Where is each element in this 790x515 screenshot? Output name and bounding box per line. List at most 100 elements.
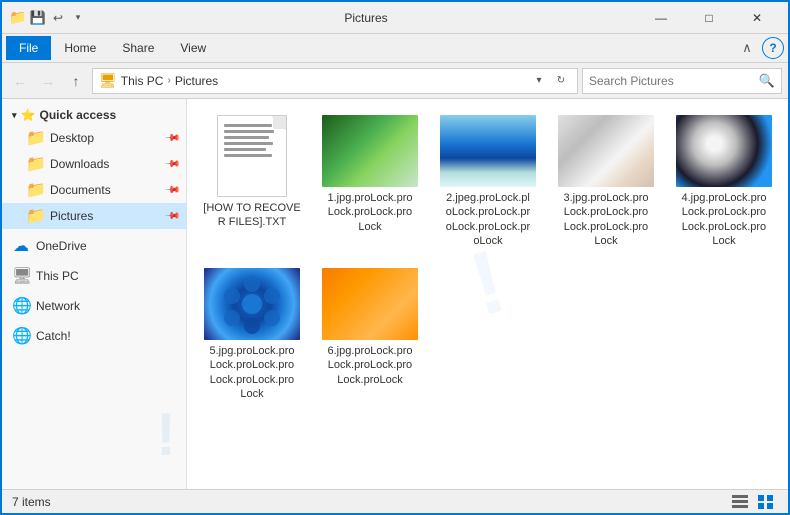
- sidebar-item-downloads[interactable]: 📁 Downloads 📌: [2, 151, 186, 177]
- folder-icon: 📁: [10, 10, 26, 26]
- tab-view[interactable]: View: [167, 36, 219, 60]
- sidebar-item-desktop[interactable]: 📁 Desktop 📌: [2, 125, 186, 151]
- flower-decoration: [204, 268, 300, 340]
- pin-icon-downloads: 📌: [163, 156, 180, 173]
- maximize-button[interactable]: □: [686, 2, 732, 34]
- title-bar-quick-access: 📁 💾 ↩ ▾: [10, 10, 86, 26]
- address-bar: ← → ↑ 🖥 This PC › Pictures ▾ ↻ 🔍: [2, 63, 788, 99]
- list-item[interactable]: 6.jpg.proLock.proLock.proLock.proLock.pr…: [315, 262, 425, 407]
- onedrive-icon: ☁: [12, 236, 30, 256]
- path-icon: 🖥: [99, 72, 117, 89]
- sidebar-item-network[interactable]: 🌐 Network: [2, 293, 186, 319]
- file-name-2: 2.jpeg.proLock.ploLock.proLock.proLock.p…: [446, 191, 530, 248]
- forward-button[interactable]: →: [36, 69, 60, 93]
- quick-access-chevron: ▾: [12, 110, 17, 121]
- file-thumbnail-3: [558, 115, 654, 187]
- window-title: Pictures: [94, 11, 638, 25]
- pin-icon-pictures: 📌: [163, 208, 180, 225]
- network-icon: 🌐: [12, 296, 30, 316]
- file-name-5: 5.jpg.proLock.proLock.proLock.proLock.pr…: [210, 344, 295, 401]
- path-pictures: Pictures: [175, 74, 218, 88]
- status-right: [728, 492, 778, 512]
- file-thumbnail-4: [676, 115, 772, 187]
- quick-access-dropdown[interactable]: ▾: [70, 10, 86, 26]
- pin-icon-desktop: 📌: [163, 130, 180, 147]
- up-button[interactable]: ↑: [64, 69, 88, 93]
- quick-access-icon: ⭐: [21, 108, 36, 122]
- help-icon[interactable]: ?: [762, 37, 784, 59]
- address-path[interactable]: 🖥 This PC › Pictures ▾ ↻: [92, 68, 578, 94]
- file-name-1: 1.jpg.proLock.proLock.proLock.proLock: [328, 191, 413, 234]
- close-button[interactable]: ✕: [734, 2, 780, 34]
- undo-icon: ↩: [50, 10, 66, 26]
- path-thispc: This PC: [121, 74, 164, 88]
- pictures-folder-icon: 📁: [26, 206, 44, 226]
- file-thumbnail-5: [204, 268, 300, 340]
- address-refresh-icon[interactable]: ↻: [551, 68, 571, 94]
- minimize-button[interactable]: —: [638, 2, 684, 34]
- save-icon: 💾: [30, 10, 46, 26]
- sidebar-item-catch[interactable]: 🌐 Catch!: [2, 323, 186, 349]
- tab-share[interactable]: Share: [109, 36, 167, 60]
- sidebar-watermark: !: [156, 400, 176, 469]
- list-item[interactable]: 2.jpeg.proLock.ploLock.proLock.proLock.p…: [433, 109, 543, 254]
- file-thumbnail-1: [322, 115, 418, 187]
- content-area: ! [HOW TO RECOVER FILES].: [187, 99, 788, 489]
- files-grid: [HOW TO RECOVER FILES].TXT 1.jpg.proLock…: [197, 109, 778, 407]
- list-view-button[interactable]: [728, 492, 752, 512]
- documents-folder-icon: 📁: [26, 180, 44, 200]
- sidebar-item-pictures[interactable]: 📁 Pictures 📌: [2, 203, 186, 229]
- icon-view-button[interactable]: [754, 492, 778, 512]
- downloads-folder-icon: 📁: [26, 154, 44, 174]
- sidebar-item-desktop-label: Desktop: [50, 131, 94, 145]
- search-box[interactable]: 🔍: [582, 68, 782, 94]
- sidebar-quick-access-header[interactable]: ▾ ⭐ Quick access: [2, 105, 186, 125]
- sidebar-item-documents-label: Documents: [50, 183, 111, 197]
- address-controls: ▾ ↻: [529, 68, 571, 94]
- sidebar-item-documents[interactable]: 📁 Documents 📌: [2, 177, 186, 203]
- ribbon-extras: ∧ ?: [736, 37, 784, 59]
- tab-file[interactable]: File: [6, 36, 51, 60]
- sidebar-thispc-label: This PC: [36, 269, 79, 283]
- file-thumbnail-txt: [217, 115, 287, 197]
- status-item-count: 7 items: [12, 495, 51, 509]
- ribbon-tabs: File Home Share View ∧ ?: [2, 34, 788, 62]
- ribbon-collapse-icon[interactable]: ∧: [736, 37, 758, 59]
- sidebar-catch-label: Catch!: [36, 329, 71, 343]
- desktop-folder-icon: 📁: [26, 128, 44, 148]
- thispc-icon: 🖥: [12, 266, 30, 286]
- tab-home[interactable]: Home: [51, 36, 109, 60]
- list-item[interactable]: 3.jpg.proLock.proLock.proLock.proLock.pr…: [551, 109, 661, 254]
- list-item[interactable]: 5.jpg.proLock.proLock.proLock.proLock.pr…: [197, 262, 307, 407]
- sidebar-item-downloads-label: Downloads: [50, 157, 109, 171]
- list-item[interactable]: 1.jpg.proLock.proLock.proLock.proLock: [315, 109, 425, 254]
- path-chevron-1: ›: [167, 75, 170, 86]
- sidebar-item-pictures-label: Pictures: [50, 209, 93, 223]
- list-item[interactable]: 4.jpg.proLock.proLock.proLock.proLock.pr…: [669, 109, 779, 254]
- title-bar: 📁 💾 ↩ ▾ Pictures — □ ✕: [2, 2, 788, 34]
- search-input[interactable]: [589, 74, 755, 88]
- search-icon[interactable]: 🔍: [759, 73, 775, 89]
- catch-icon: 🌐: [12, 326, 30, 346]
- sidebar-item-thispc[interactable]: 🖥 This PC: [2, 263, 186, 289]
- quick-access-label: Quick access: [39, 108, 116, 122]
- window: 📁 💾 ↩ ▾ Pictures — □ ✕ File Home Share V…: [0, 0, 790, 515]
- list-item[interactable]: [HOW TO RECOVER FILES].TXT: [197, 109, 307, 254]
- sidebar-onedrive-label: OneDrive: [36, 239, 87, 253]
- file-thumbnail-6: [322, 268, 418, 340]
- pin-icon-documents: 📌: [163, 182, 180, 199]
- file-thumbnail-2: [440, 115, 536, 187]
- status-bar: 7 items: [2, 489, 788, 513]
- address-dropdown-icon[interactable]: ▾: [529, 68, 549, 94]
- doc-icon: [217, 115, 287, 197]
- ribbon: File Home Share View ∧ ?: [2, 34, 788, 63]
- file-name-txt: [HOW TO RECOVER FILES].TXT: [202, 201, 302, 230]
- file-name-4: 4.jpg.proLock.proLock.proLock.proLock.pr…: [682, 191, 767, 248]
- sidebar: ▾ ⭐ Quick access 📁 Desktop 📌 📁 Downloads…: [2, 99, 187, 489]
- sidebar-item-onedrive[interactable]: ☁ OneDrive: [2, 233, 186, 259]
- file-name-6: 6.jpg.proLock.proLock.proLock.proLock.pr…: [328, 344, 413, 387]
- window-controls: — □ ✕: [638, 2, 780, 34]
- back-button[interactable]: ←: [8, 69, 32, 93]
- sidebar-network-label: Network: [36, 299, 80, 313]
- file-name-3: 3.jpg.proLock.proLock.proLock.proLock.pr…: [564, 191, 649, 248]
